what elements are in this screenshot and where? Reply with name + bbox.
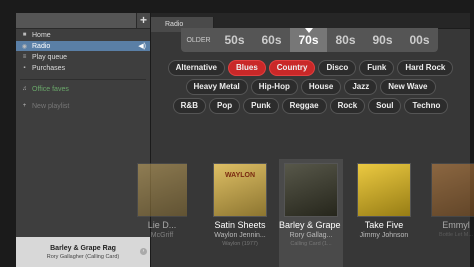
home-icon: ■ <box>22 32 27 38</box>
genre-chip-hip-hop[interactable]: Hip-Hop <box>250 79 298 95</box>
genre-chip-techno[interactable]: Techno <box>404 98 449 114</box>
genre-chip-country[interactable]: Country <box>268 60 316 76</box>
genre-chip-jazz[interactable]: Jazz <box>344 79 378 95</box>
genre-row: Alternative Blues Country Disco Funk Hard Roc… <box>151 60 470 76</box>
genre-chip-alternative[interactable]: Alternative <box>167 60 225 76</box>
genre-chip-reggae[interactable]: Reggae <box>281 98 327 114</box>
genre-chip-disco[interactable]: Disco <box>318 60 357 76</box>
radio-icon: ◉ <box>21 43 28 50</box>
track-artist: Waylon Jennin... <box>214 232 266 239</box>
track-title: Take Five <box>364 220 404 230</box>
track-card[interactable]: Barley & Grape Rag Rory Gallag... Calling … <box>279 159 343 267</box>
genre-chip-rock[interactable]: Rock <box>329 98 366 114</box>
album-cover[interactable] <box>137 163 187 217</box>
purchases-icon: ▪ <box>23 65 26 71</box>
album-cover[interactable] <box>431 163 474 217</box>
sidebar-item-label: Radio <box>32 42 51 50</box>
sidebar-item-purchases[interactable]: ▪ Purchases <box>16 63 150 73</box>
track-carousel: Lie D... McGriff WAYLON Satin Sheets Waylon … <box>137 159 474 267</box>
genre-chip-blues[interactable]: Blues <box>227 60 266 76</box>
decade-80s[interactable]: 80s <box>327 28 364 52</box>
sidebar-item-play-queue[interactable]: ≡ Play queue <box>16 52 150 62</box>
album-cover[interactable] <box>357 163 411 217</box>
genre-chip-r-b[interactable]: R&B <box>172 98 206 114</box>
now-playing[interactable]: Barley & Grape Rag Rory Gallagher (Calli… <box>16 237 150 267</box>
decade-50s[interactable]: 50s <box>216 28 253 52</box>
track-title: Lie D... <box>147 220 177 230</box>
sidebar-divider <box>20 73 146 80</box>
decade-90s[interactable]: 90s <box>364 28 401 52</box>
genre-chip-hard-rock[interactable]: Hard Rock <box>397 60 454 76</box>
volume-icon[interactable]: ◀) <box>138 42 146 50</box>
playlist-item-office-faves[interactable]: ♫ Office faves <box>16 84 150 94</box>
track-artist: Jimmy Johnson <box>359 232 409 239</box>
sidebar-item-radio[interactable]: ◉ Radio ◀) <box>16 41 150 51</box>
playlist-label: Office faves <box>32 85 69 93</box>
sidebar-item-home[interactable]: ■ Home <box>16 30 150 40</box>
now-playing-title: Barley & Grape Rag <box>50 245 116 252</box>
genre-chip-new-wave[interactable]: New Wave <box>380 79 436 95</box>
track-artist: Rory Gallag... <box>289 232 333 239</box>
playlist-icon: ♫ <box>22 86 27 92</box>
genre-chip-funk[interactable]: Funk <box>359 60 395 76</box>
now-playing-subtitle: Rory Gallagher (Calling Card) <box>46 254 120 260</box>
track-album: Calling Card (1... <box>290 241 332 247</box>
album-cover[interactable]: WAYLON <box>213 163 267 217</box>
track-title: Emmyl <box>442 220 470 230</box>
genre-chip-heavy-metal[interactable]: Heavy Metal <box>185 79 248 95</box>
queue-icon: ≡ <box>22 54 27 60</box>
sidebar: + ■ Home ◉ Radio ◀) ≡ Play queue ▪ Purchases ♫ Of… <box>16 13 150 267</box>
track-album: Waylon (1977) <box>222 241 258 247</box>
track-card[interactable]: Lie D... McGriff <box>137 159 187 267</box>
genre-row: R&B Pop Punk Reggae Rock Soul Techno <box>151 98 470 114</box>
genre-chip-pop[interactable]: Pop <box>209 98 241 114</box>
album-cover[interactable] <box>284 163 338 217</box>
playlist-item-new-playlist[interactable]: + New playlist <box>16 101 150 111</box>
sidebar-item-label: Purchases <box>32 64 66 72</box>
genre-row: Heavy Metal Hip-Hop House Jazz New Wave <box>151 79 470 95</box>
genre-chip-soul[interactable]: Soul <box>368 98 402 114</box>
decade-70s[interactable]: 70s <box>290 28 327 52</box>
track-card[interactable]: Emmyl Bottle Let M... <box>431 159 474 267</box>
track-card[interactable]: Take Five Jimmy Johnson <box>351 159 417 267</box>
genre-chip-house[interactable]: House <box>300 79 342 95</box>
track-title: Barley & Grape Rag <box>279 220 343 230</box>
track-title: Satin Sheets <box>214 220 266 230</box>
add-icon[interactable]: + <box>136 13 150 28</box>
decade-older[interactable]: OLDER <box>181 28 216 52</box>
sidebar-header: + <box>16 13 150 29</box>
genre-chip-punk[interactable]: Punk <box>243 98 279 114</box>
track-card[interactable]: WAYLON Satin Sheets Waylon Jennin... Waylon… <box>207 159 273 267</box>
add-icon: + <box>22 103 27 109</box>
sidebar-item-label: Home <box>32 31 51 39</box>
decade-selector: OLDER 50s 60s 70s 80s 90s 00s <box>181 28 438 52</box>
sidebar-item-label: Play queue <box>32 53 68 61</box>
decade-60s[interactable]: 60s <box>253 28 290 52</box>
decade-00s[interactable]: 00s <box>401 28 438 52</box>
cover-text: WAYLON <box>224 172 256 179</box>
main-panel: Radio OLDER 50s 60s 70s 80s 90s 00s Alternati… <box>137 13 474 267</box>
playlist-label: New playlist <box>32 102 70 110</box>
track-album: Bottle Let M... <box>439 232 473 238</box>
track-artist: McGriff <box>150 232 174 239</box>
tab-bar: Radio <box>151 13 470 32</box>
genre-chips: Alternative Blues Country Disco Funk Hard Roc… <box>151 60 470 117</box>
